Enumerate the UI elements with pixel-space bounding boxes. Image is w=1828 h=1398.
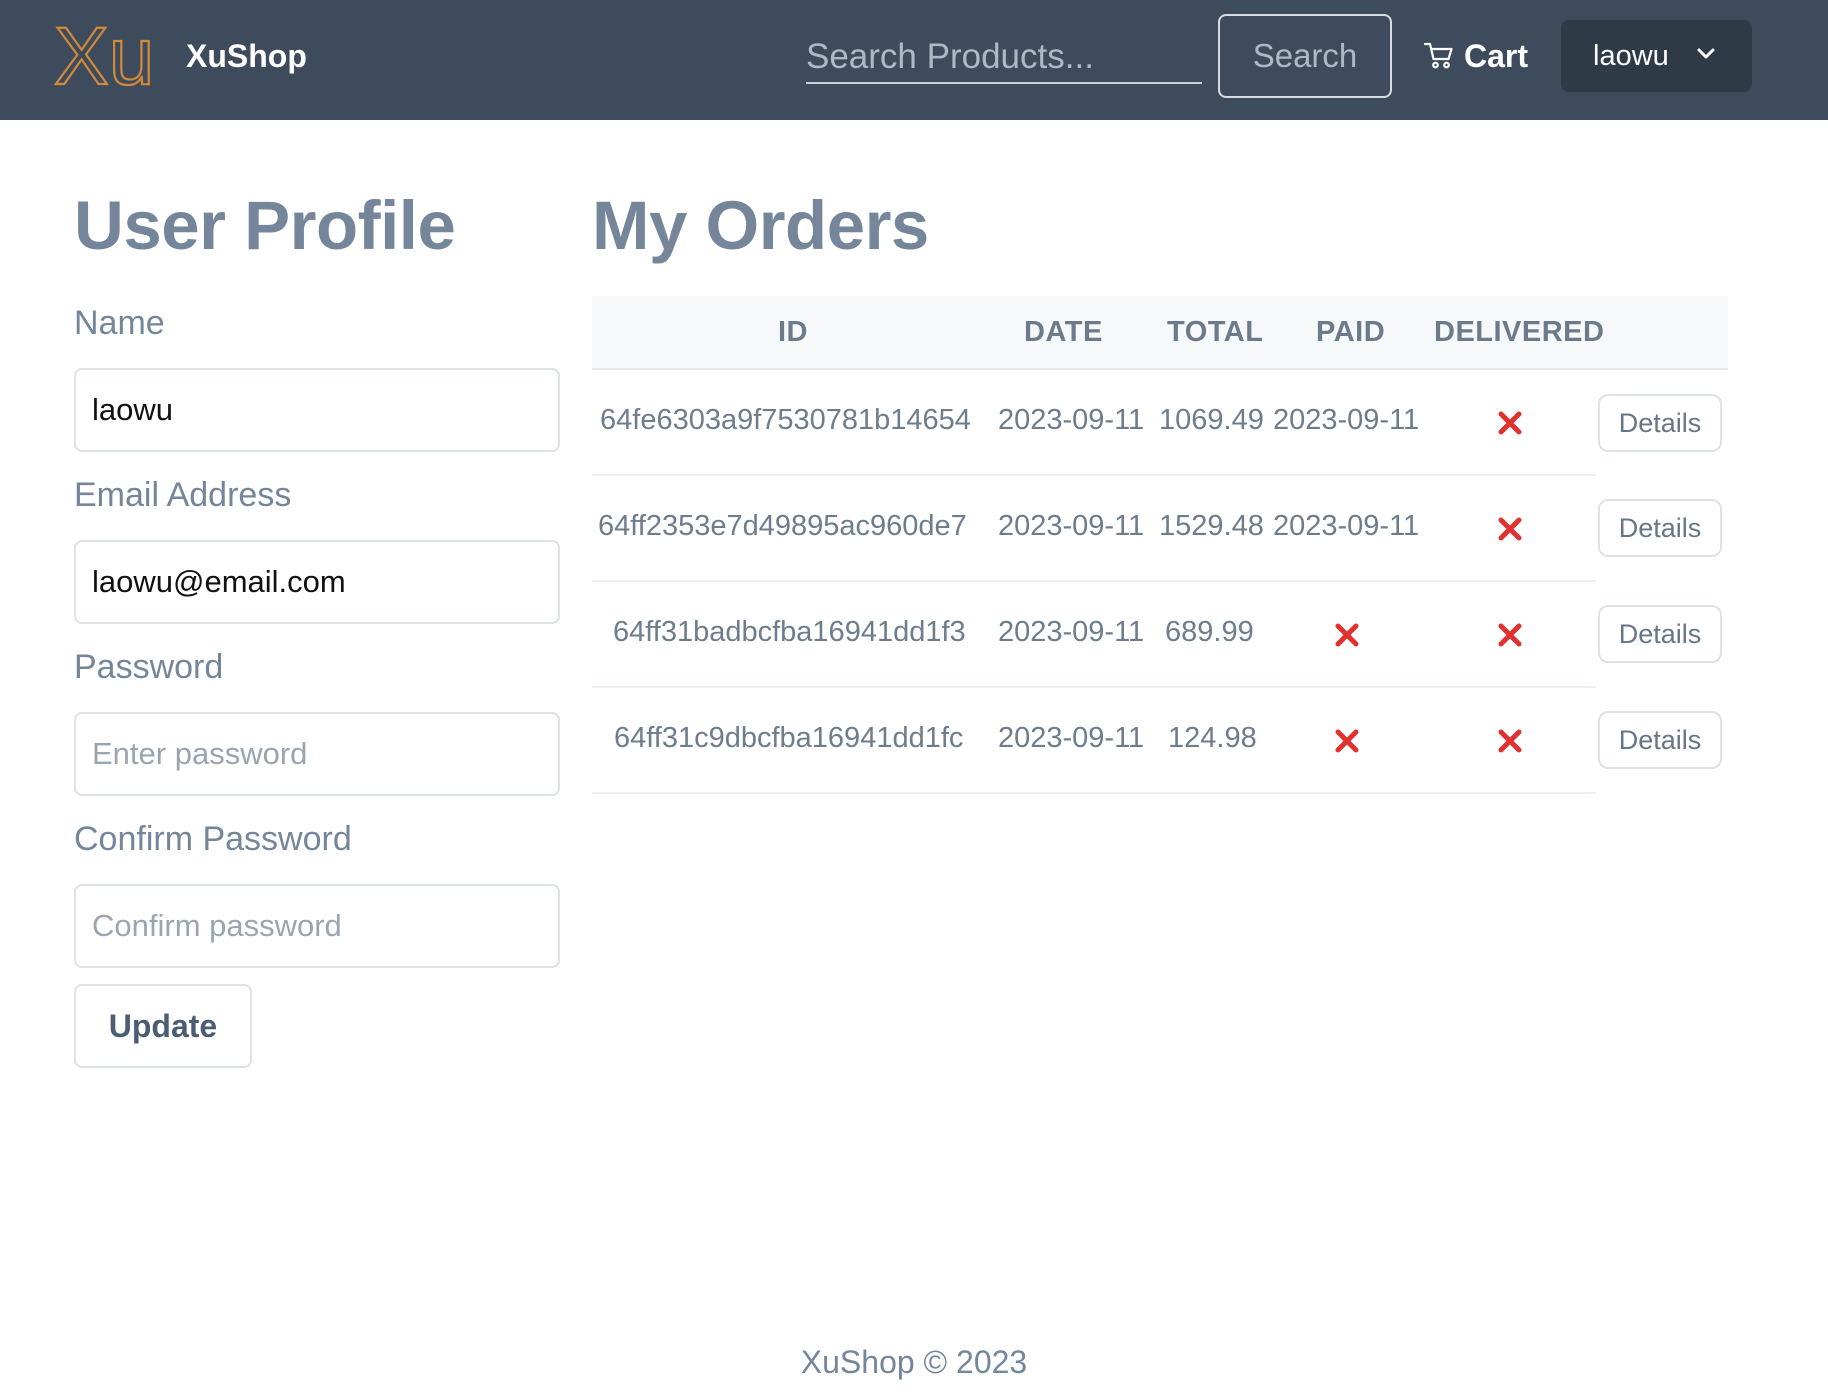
order-paid-date: 2023-09-11 (1273, 510, 1420, 542)
table-row: 64ff2353e7d49895ac960de7 2023-09-11 1529… (592, 476, 1596, 582)
order-date: 2023-09-11 (998, 404, 1145, 436)
email-field[interactable] (74, 540, 560, 624)
user-menu-dropdown[interactable]: laowu (1561, 20, 1752, 92)
orders-title: My Orders (592, 187, 929, 264)
order-id: 64ff31c9dbcfba16941dd1fc (614, 722, 964, 754)
order-id: 64ff2353e7d49895ac960de7 (598, 510, 967, 542)
svg-text:Xu: Xu (54, 16, 154, 90)
order-paid-date: 2023-09-11 (1273, 404, 1420, 436)
logo[interactable]: Xu (54, 16, 154, 90)
confirm-password-label: Confirm Password (74, 820, 352, 858)
footer-copyright: XuShop © 2023 (800, 1344, 1028, 1380)
order-date: 2023-09-11 (998, 510, 1145, 542)
password-field[interactable] (74, 712, 560, 796)
name-label: Name (74, 304, 165, 342)
brand-name[interactable]: XuShop (186, 38, 307, 75)
password-label: Password (74, 648, 224, 686)
order-date: 2023-09-11 (998, 616, 1145, 648)
search-input[interactable] (806, 28, 1202, 84)
details-button[interactable]: Details (1598, 499, 1722, 557)
table-row: 64ff31c9dbcfba16941dd1fc 2023-09-11 124.… (592, 688, 1596, 794)
update-button[interactable]: Update (74, 984, 252, 1068)
table-row: 64ff31badbcfba16941dd1f3 2023-09-11 689.… (592, 582, 1596, 688)
details-button[interactable]: Details (1598, 711, 1722, 769)
table-row: 64fe6303a9f7530781b14654 2023-09-11 1069… (592, 370, 1596, 476)
cart-link[interactable]: Cart (1424, 34, 1528, 78)
x-mark-icon (1335, 623, 1359, 647)
orders-table-header: ID DATE TOTAL PAID DELIVERED (592, 296, 1728, 370)
x-mark-icon (1335, 729, 1359, 753)
order-total: 1069.49 (1159, 404, 1264, 436)
email-label: Email Address (74, 476, 292, 514)
navbar: Xu XuShop Search Cart laowu (0, 0, 1828, 120)
x-mark-icon (1498, 729, 1522, 753)
user-menu-label: laowu (1593, 39, 1669, 72)
column-header-id: ID (778, 316, 808, 348)
x-mark-icon (1498, 517, 1522, 541)
details-button[interactable]: Details (1598, 605, 1722, 663)
order-total: 124.98 (1168, 722, 1257, 754)
details-button[interactable]: Details (1598, 394, 1722, 452)
profile-title: User Profile (74, 187, 456, 264)
cart-label: Cart (1464, 37, 1529, 74)
confirm-password-field[interactable] (74, 884, 560, 968)
order-date: 2023-09-11 (998, 722, 1145, 754)
search-button[interactable]: Search (1218, 14, 1392, 98)
order-total: 1529.48 (1159, 510, 1264, 542)
cart-icon (1424, 42, 1453, 69)
order-id: 64ff31badbcfba16941dd1f3 (613, 616, 966, 648)
column-header-paid: PAID (1316, 316, 1386, 348)
order-total: 689.99 (1165, 616, 1254, 648)
x-mark-icon (1498, 623, 1522, 647)
column-header-total: TOTAL (1167, 316, 1264, 348)
x-mark-icon (1498, 411, 1522, 435)
order-id: 64fe6303a9f7530781b14654 (600, 404, 971, 436)
column-header-delivered: DELIVERED (1434, 316, 1605, 348)
name-field[interactable] (74, 368, 560, 452)
column-header-date: DATE (1024, 316, 1103, 348)
chevron-down-icon (1697, 48, 1715, 59)
